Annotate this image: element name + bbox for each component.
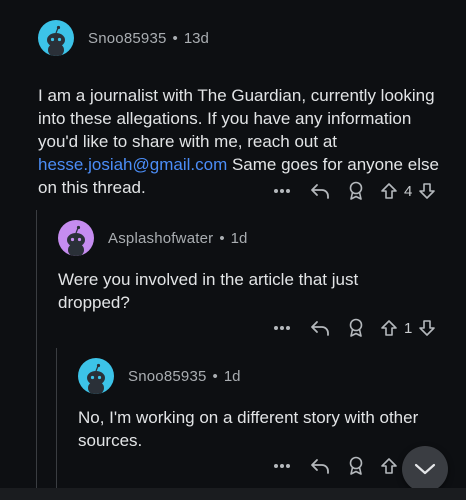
vote-count: 4 [404, 182, 413, 200]
award-icon[interactable] [344, 456, 368, 476]
comment: Asplashofwater • 1d Were you involved in… [58, 218, 438, 314]
reply-icon[interactable] [308, 183, 332, 199]
comment-header: Asplashofwater • 1d [58, 218, 438, 258]
more-options-icon[interactable] [270, 188, 294, 194]
comment-username[interactable]: Snoo85935 [88, 30, 167, 47]
upvote-icon[interactable] [378, 457, 400, 475]
comment-header: Snoo85935 • 13d [38, 18, 448, 58]
comment-header: Snoo85935 • 1d [78, 356, 438, 396]
comment-username[interactable]: Snoo85935 [128, 368, 207, 385]
comment-actions: 1 [270, 316, 438, 340]
upvote-icon[interactable] [378, 319, 400, 337]
meta-separator: • [212, 367, 218, 385]
email-link[interactable]: hesse.josiah@gmail.com [38, 155, 227, 174]
comment-text: I am a journalist with The Guardian, cur… [38, 86, 435, 151]
more-options-icon[interactable] [270, 463, 294, 469]
comment-age: 1d [223, 367, 241, 385]
comment-body: No, I'm working on a different story wit… [78, 408, 419, 450]
snoo-avatar-icon [87, 363, 105, 394]
comment-age: 1d [230, 229, 248, 247]
avatar[interactable] [58, 220, 94, 256]
avatar[interactable] [38, 20, 74, 56]
more-options-icon[interactable] [270, 325, 294, 331]
snoo-avatar-icon [67, 225, 85, 256]
meta-separator: • [219, 229, 225, 247]
snoo-avatar-icon [47, 25, 65, 56]
chevron-down-icon [414, 463, 436, 475]
reply-icon[interactable] [308, 458, 332, 474]
upvote-icon[interactable] [378, 182, 400, 200]
downvote-icon[interactable] [416, 319, 438, 337]
comment-body: Were you involved in the article that ju… [58, 270, 359, 312]
meta-separator: • [172, 29, 178, 47]
comment-actions: 4 [270, 179, 438, 203]
bottom-bar [0, 488, 466, 500]
award-icon[interactable] [344, 318, 368, 338]
comment-actions [270, 454, 400, 478]
comment: Snoo85935 • 1d No, I'm working on a diff… [78, 356, 438, 452]
comment-age: 13d [183, 29, 209, 47]
thread-line [56, 348, 57, 500]
avatar[interactable] [78, 358, 114, 394]
comment: Snoo85935 • 13d I am a journalist with T… [38, 18, 448, 199]
comment-username[interactable]: Asplashofwater [108, 230, 213, 247]
vote-count: 1 [404, 319, 413, 337]
comment-thread: Snoo85935 • 13d I am a journalist with T… [0, 0, 466, 500]
downvote-icon[interactable] [416, 182, 438, 200]
reply-icon[interactable] [308, 320, 332, 336]
scroll-down-button[interactable] [402, 446, 448, 492]
award-icon[interactable] [344, 181, 368, 201]
thread-line [36, 210, 37, 500]
